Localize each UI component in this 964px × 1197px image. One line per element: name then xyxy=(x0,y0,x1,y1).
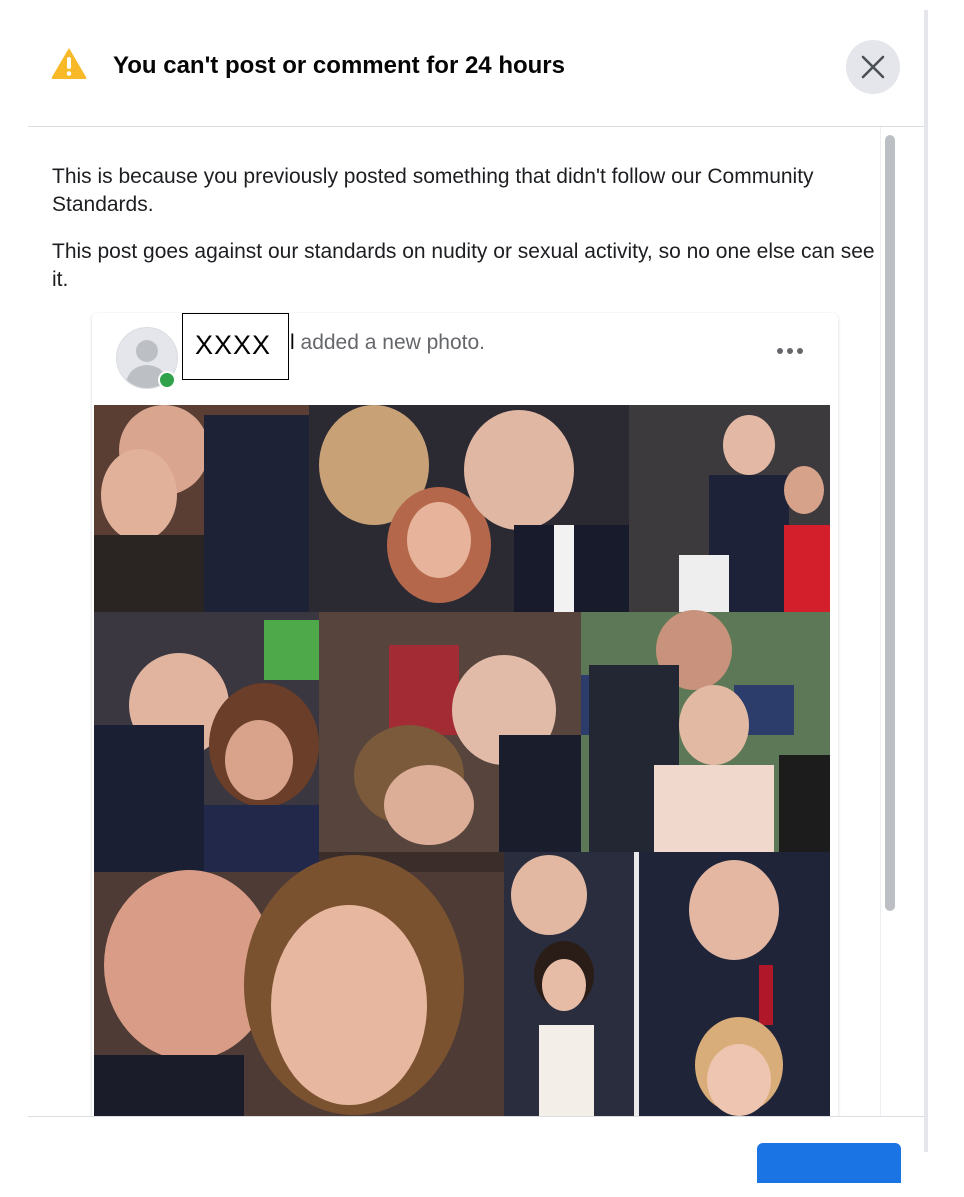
dialog-content: This is because you previously posted so… xyxy=(28,127,926,1116)
standards-text: This post goes against our standards on … xyxy=(52,240,875,291)
dialog-header: You can't post or comment for 24 hours xyxy=(28,10,926,127)
author-name-fragment: l xyxy=(290,331,295,354)
restriction-dialog: You can't post or comment for 24 hours T… xyxy=(28,10,926,1197)
continue-button[interactable] xyxy=(757,1143,901,1183)
scrollbar-thumb[interactable] xyxy=(885,135,895,911)
post-action-text: l added a new photo. xyxy=(290,331,485,355)
dialog-footer xyxy=(28,1116,926,1197)
post-photo-collage xyxy=(94,405,830,1116)
close-button[interactable] xyxy=(846,40,900,94)
dialog-title: You can't post or comment for 24 hours xyxy=(113,52,565,79)
more-options-icon[interactable] xyxy=(772,339,808,363)
post-action-label: added a new photo. xyxy=(300,331,486,354)
explanation-text: This is because you previously posted so… xyxy=(52,165,814,216)
post-preview-card: XXXX l added a new photo. xyxy=(92,313,838,1116)
window-edge xyxy=(924,10,928,1152)
online-status-dot xyxy=(158,371,176,389)
author-name-redaction: XXXX xyxy=(182,313,289,380)
warning-triangle-icon xyxy=(51,48,87,79)
close-icon xyxy=(861,55,885,79)
author-name: XXXX xyxy=(195,330,272,360)
